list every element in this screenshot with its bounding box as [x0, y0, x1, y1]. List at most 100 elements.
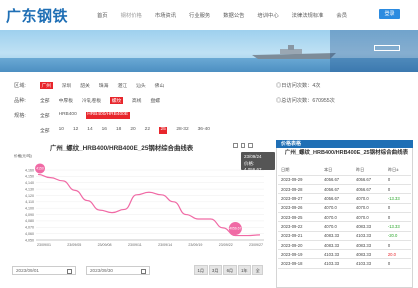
- column-header: 昨日±: [384, 166, 411, 176]
- x-tick-label: 23/09/22: [219, 243, 233, 247]
- total-visits-text: ◎总访问次数：670955次: [276, 98, 335, 104]
- y-tick-label: 4,110: [25, 200, 34, 204]
- filter-option-region[interactable]: 佛山: [155, 82, 165, 89]
- table-cell: 2023-09-20: [278, 240, 321, 251]
- filter-option-size[interactable]: 全部: [40, 127, 50, 134]
- login-button[interactable]: 登录: [379, 9, 400, 19]
- filter-option-spec[interactable]: 全部: [40, 112, 50, 119]
- table-row: 2023-09-27 4056.67 4070.0 -13.33: [278, 193, 411, 204]
- filter-brand-label: 品种:: [14, 98, 26, 104]
- table-cell: 20.0: [384, 249, 411, 260]
- nav-item[interactable]: 数据公告: [223, 11, 244, 19]
- nav-item[interactable]: 钢材价格: [121, 11, 142, 19]
- calendar-icon[interactable]: [67, 268, 72, 274]
- table-row: 2023-09-20 4083.33 4083.33 0: [278, 240, 411, 251]
- nav-item[interactable]: 行业服务: [189, 11, 210, 19]
- table-cell: 4056.67: [352, 175, 385, 186]
- table-cell: 4056.67: [320, 175, 353, 186]
- nav-item[interactable]: 法律法规标准: [292, 11, 324, 19]
- last-value-label: 4056.67: [229, 227, 241, 231]
- table-cell: 2023-09-22: [278, 221, 321, 232]
- filter-option-size[interactable]: 18: [116, 127, 121, 134]
- filter-option-brand[interactable]: 中厚板: [59, 97, 73, 104]
- y-tick-label: 4,160: [25, 168, 34, 172]
- table-cell: 4070.0: [352, 212, 385, 223]
- x-tick-label: 23/09/01: [37, 243, 51, 247]
- daily-visits-text: ◎日访问次数：4次: [276, 83, 321, 89]
- filter-option-size[interactable]: 28-32: [176, 127, 188, 134]
- table-cell: 4083.33: [320, 231, 353, 241]
- filter-option-spec[interactable]: HRB400: [59, 112, 77, 119]
- filter-option-region[interactable]: 珠海: [99, 82, 109, 89]
- filter-size: 全部 10 12 14 16 18 20 22 25 28-32 36-40: [14, 127, 219, 134]
- filter-option-region[interactable]: 广州: [40, 82, 53, 89]
- first-value-label: 4150: [36, 166, 44, 170]
- date-to-value: 2023/09/30: [90, 268, 113, 273]
- price-line-chart[interactable]: 4,050 4,060 4,070 4,080 4,090 4,100 4,110 4,120…: [6, 140, 272, 252]
- table-cell: 0: [384, 240, 411, 251]
- filter-option-region[interactable]: 湛江: [117, 82, 127, 89]
- banner-button[interactable]: [374, 45, 400, 51]
- y-tick-label: 4,050: [25, 238, 34, 242]
- table-cell: 2023-09-21: [278, 231, 321, 241]
- table-row: 2023-09-18 4103.33 4103.33 0: [278, 258, 411, 269]
- table-cell: 0: [384, 212, 411, 223]
- table-cell: 2023-09-29: [278, 175, 321, 186]
- range-button[interactable]: 全: [252, 265, 264, 275]
- filter-option-brand[interactable]: 冷轧卷板: [82, 97, 101, 104]
- filter-option-size[interactable]: 12: [73, 127, 78, 134]
- x-tick-label: 23/09/19: [188, 243, 202, 247]
- nav-item[interactable]: 会员: [336, 11, 347, 19]
- filter-option-region[interactable]: 深圳: [62, 82, 72, 89]
- range-buttons: 1月 3月 6月 1年全: [194, 265, 264, 275]
- main-nav: 首页 钢材价格 市场资讯 行业服务 数据公告 培训中心 法律法规标准 会员: [97, 11, 360, 19]
- table-cell: 4070.0: [320, 203, 353, 214]
- nav-item[interactable]: 市场资讯: [155, 11, 176, 19]
- table-row: 2023-09-28 4056.67 4056.67 0: [278, 184, 411, 195]
- filter-option-size[interactable]: 20: [130, 127, 135, 134]
- site-logo[interactable]: 广东钢铁: [6, 5, 68, 26]
- y-tick-label: 4,130: [25, 187, 34, 191]
- table-row: 2023-09-21 4083.33 4103.33 -20.0: [278, 231, 411, 241]
- filter-region: 区域: 广州 深圳 韶关 珠海 湛江 汕头 佛山: [14, 82, 173, 89]
- y-tick-label: 4,120: [25, 194, 34, 198]
- filter-option-region[interactable]: 韶关: [80, 82, 90, 89]
- range-button[interactable]: 1年: [237, 265, 252, 275]
- table-row: 2023-09-25 4070.0 4070.0 0: [278, 212, 411, 223]
- hero-banner: [0, 30, 418, 72]
- filter-option-brand[interactable]: 盘螺: [150, 97, 160, 104]
- filter-option-spec[interactable]: HRB400/HRB400E: [85, 112, 130, 119]
- filter-option-size[interactable]: 36-40: [198, 127, 210, 134]
- table-cell: 4070.0: [352, 203, 385, 214]
- table-cell: 2023-09-28: [278, 184, 321, 195]
- table-cell: 4103.33: [352, 258, 385, 269]
- price-table-header: 日期 本日 昨日 昨日±: [278, 166, 411, 176]
- table-cell: 4083.33: [320, 240, 353, 251]
- price-table: 日期 本日 昨日 昨日± 2023-09-29 4056.67 4056.67 0 2023-…: [278, 166, 411, 269]
- filter-spec-label: 规格:: [14, 113, 26, 119]
- filter-option-size[interactable]: 22: [145, 127, 150, 134]
- date-to-input[interactable]: 2023/09/30: [86, 266, 150, 275]
- range-button[interactable]: 6月: [223, 265, 237, 275]
- calendar-icon[interactable]: [141, 268, 146, 274]
- y-tick-label: 4,060: [25, 232, 34, 236]
- date-from-value: 2023/09/01: [16, 268, 39, 273]
- filter-option-brand[interactable]: 高线: [132, 97, 142, 104]
- range-button[interactable]: 3月: [208, 265, 223, 275]
- filter-option-size[interactable]: 16: [102, 127, 107, 134]
- table-cell: 2023-09-26: [278, 203, 321, 214]
- filter-option-brand[interactable]: 螺纹: [110, 97, 123, 104]
- table-cell: 4103.33: [352, 231, 385, 241]
- nav-item[interactable]: 培训中心: [257, 11, 278, 19]
- range-button[interactable]: 1月: [194, 265, 208, 275]
- table-cell: 4103.33: [320, 249, 353, 260]
- date-from-input[interactable]: 2023/09/01: [12, 266, 76, 275]
- table-cell: -13.33: [384, 221, 411, 232]
- y-tick-label: 4,080: [25, 219, 34, 223]
- filter-option-brand[interactable]: 全部: [40, 97, 50, 104]
- filter-option-size[interactable]: 10: [59, 127, 64, 134]
- filter-option-size[interactable]: 25: [159, 127, 168, 134]
- filter-option-region[interactable]: 汕头: [136, 82, 146, 89]
- filter-option-size[interactable]: 14: [87, 127, 92, 134]
- nav-item[interactable]: 首页: [97, 11, 108, 19]
